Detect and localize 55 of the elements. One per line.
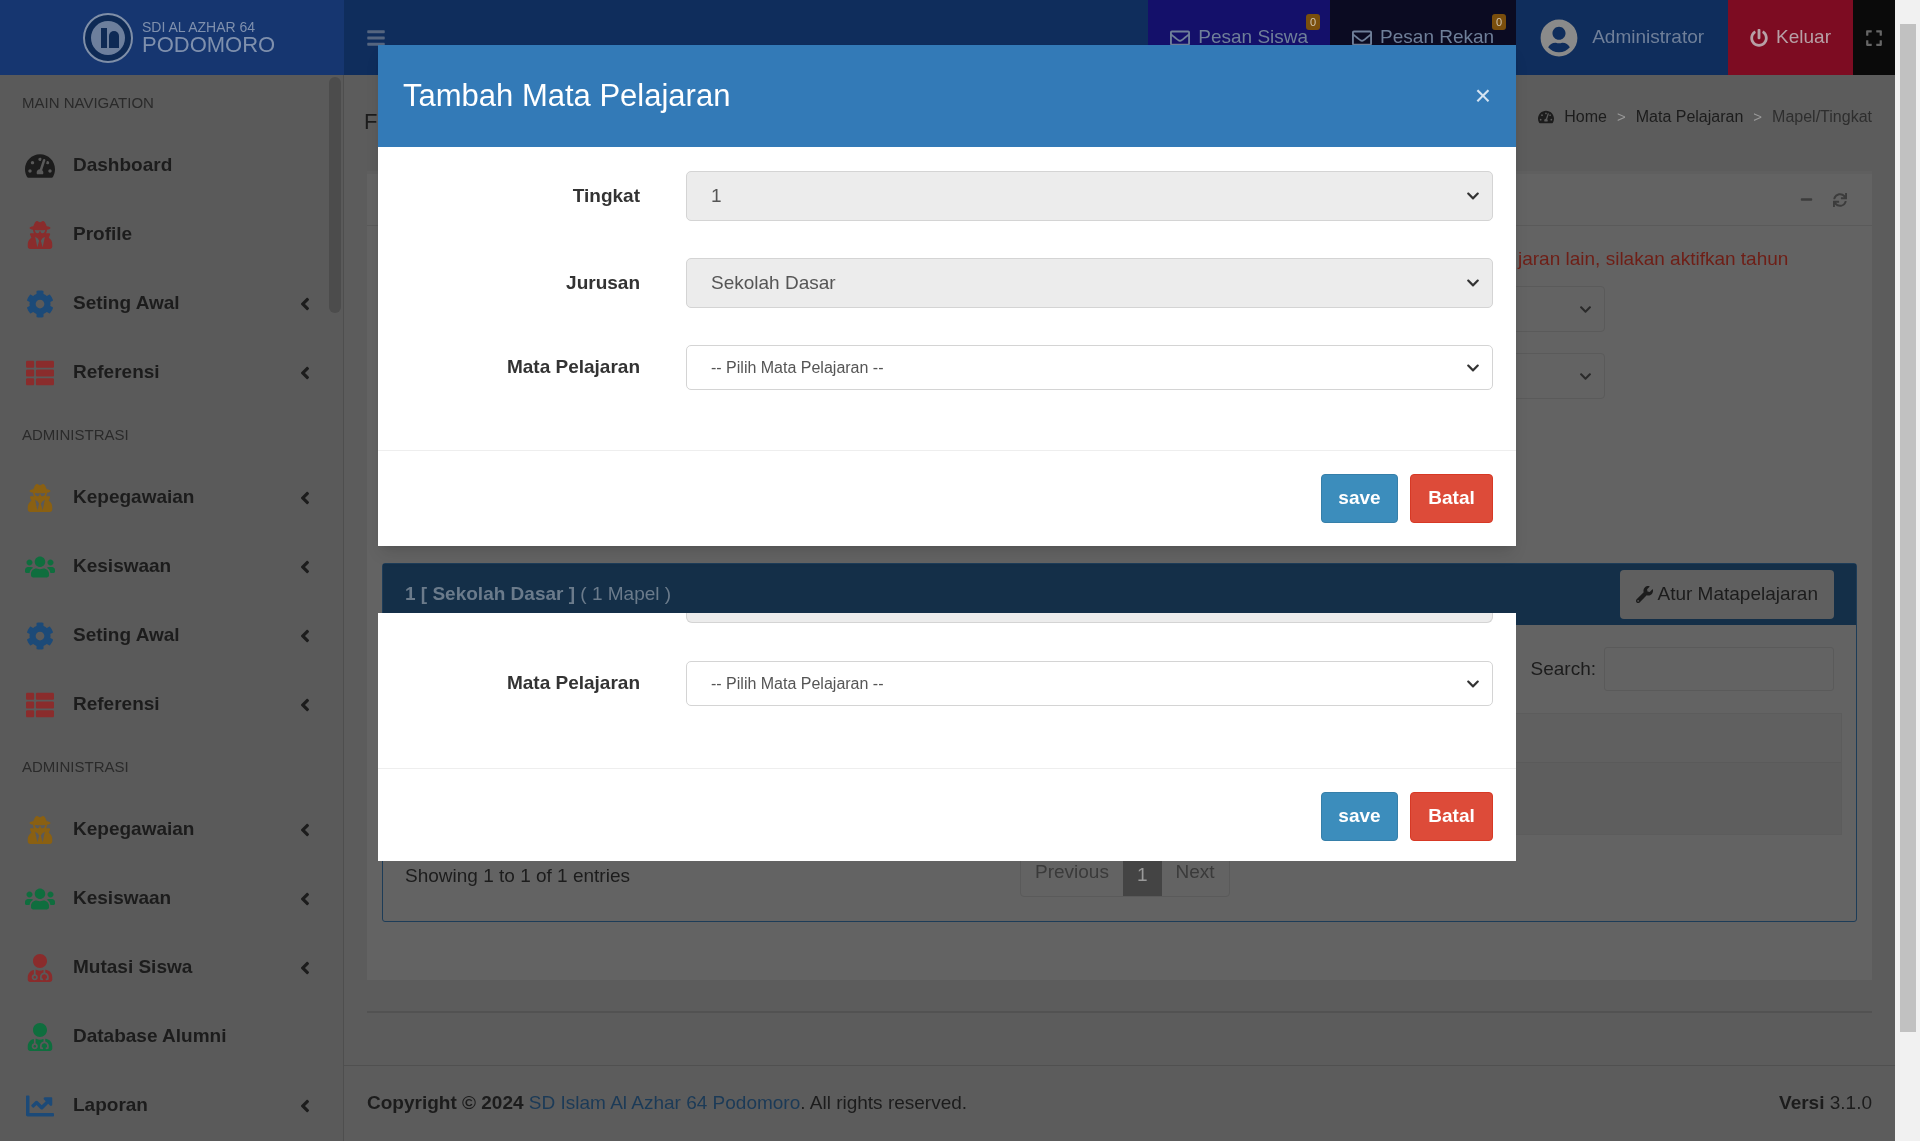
wrench-icon	[1636, 586, 1654, 603]
page-scrollbar[interactable]	[1895, 0, 1920, 1141]
select-field[interactable]: -- Pilih Mata Pelajaran --	[686, 345, 1493, 390]
close-button[interactable]: ×	[1474, 82, 1491, 110]
sidebar-item[interactable]: Laporan	[0, 1071, 343, 1140]
fullscreen-button[interactable]	[1853, 0, 1895, 75]
select-field[interactable]: -- Pilih Mata Pelajaran --	[686, 661, 1493, 706]
entries-info: Showing 1 to 1 of 1 entries	[405, 864, 631, 888]
logout-button[interactable]: Keluar	[1728, 0, 1853, 75]
avatar-icon	[1540, 18, 1579, 57]
breadcrumb-link[interactable]: Mata Pelajaran	[1635, 105, 1744, 129]
school-link[interactable]: SD Islam Al Azhar 64 Podomoro	[528, 1092, 801, 1114]
fullscreen-icon	[1865, 28, 1883, 47]
user-name: Administrator	[1592, 25, 1705, 50]
breadcrumb-link[interactable]: Home	[1564, 105, 1607, 129]
breadcrumb-separator: >	[1616, 106, 1626, 127]
field-label: Mata Pelajaran	[506, 355, 640, 380]
count-badge: 0	[1305, 14, 1321, 30]
sidebar-item[interactable]: Kepegawaian	[0, 463, 343, 532]
cancel-button[interactable]: Batal	[1410, 792, 1493, 841]
copyright-text: Copyright © 2024 SD Islam Al Azhar 64 Podomoro. All rights reserved.	[367, 1091, 968, 1116]
menu-label: Pesan Rekan	[1380, 25, 1495, 50]
panel-title: 1 [ Sekolah Dasar ] ( 1 Mapel )	[405, 582, 672, 607]
gauge-icon	[1538, 109, 1555, 125]
settings-button[interactable]: Atur Matapelajaran	[1620, 570, 1834, 619]
sidebar-item[interactable]: Seting Awal	[0, 269, 343, 338]
sidebar-item[interactable]: Mutasi Siswa	[0, 933, 343, 1002]
sidebar-item[interactable]: Dashboard	[0, 131, 343, 200]
version-text: Versi 3.1.0	[1779, 1091, 1872, 1116]
count-badge: 0	[1492, 14, 1507, 30]
menu-icon[interactable]	[366, 27, 386, 48]
search-label: Search:	[1530, 656, 1596, 681]
cancel-button[interactable]: Batal	[1410, 474, 1493, 523]
field-label: Tingkat	[572, 183, 640, 208]
field-label: Jurusan	[566, 270, 640, 295]
breadcrumb-separator: >	[1753, 106, 1763, 127]
sidebar-item[interactable]: Kesiswaan	[0, 532, 343, 601]
logo-subtitle: SDI AL AZHAR 64	[142, 19, 257, 34]
modal-title: Tambah Mata Pelajaran	[403, 76, 731, 115]
sidebar-item[interactable]: Referensi	[0, 670, 343, 739]
field-label: Mata Pelajaran	[506, 671, 640, 696]
refresh-icon[interactable]	[1833, 192, 1847, 207]
save-button[interactable]: save	[1321, 792, 1398, 841]
sidebar-item[interactable]: Database Alumni	[0, 1002, 343, 1071]
save-button[interactable]: save	[1321, 474, 1398, 523]
school-logo	[82, 11, 134, 64]
notice-text: jaran lain, silakan aktifkan tahun	[1518, 248, 1789, 269]
sidebar-item[interactable]: Kepegawaian	[0, 795, 343, 864]
sidebar-item[interactable]: Seting Awal	[0, 601, 343, 670]
sidebar-item[interactable]: Profile	[0, 200, 343, 269]
logo-title: PODOMORO	[142, 33, 276, 56]
page-title: F	[364, 108, 378, 136]
power-icon	[1750, 28, 1769, 47]
sidebar-item[interactable]: Kesiswaan	[0, 864, 343, 933]
sidebar-item[interactable]: Referensi	[0, 338, 343, 407]
